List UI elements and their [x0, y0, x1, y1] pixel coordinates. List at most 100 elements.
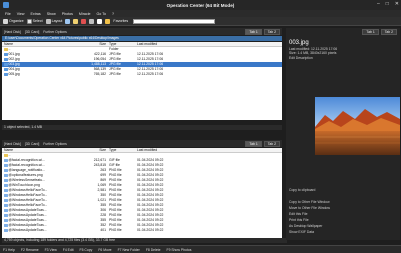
maximize-button[interactable]: □ [386, 1, 389, 7]
tab-2[interactable]: Tab 2 [263, 28, 280, 35]
tab-1[interactable]: Tab 1 [245, 140, 262, 147]
file-size: 765,182 [93, 72, 106, 76]
further-options-button[interactable]: Further Options [43, 142, 67, 146]
minimize-button[interactable]: – [377, 1, 380, 7]
f5-copy-button[interactable]: F5 Copy [80, 248, 93, 252]
menu-file[interactable]: File [5, 12, 11, 16]
image-file-icon [4, 183, 8, 188]
app-window: Operation Center (64 Bit Mode) – □ ✕ Fil… [0, 0, 401, 253]
window-controls: – □ ✕ [377, 1, 399, 7]
image-file-icon [4, 52, 8, 57]
favorites-button[interactable]: Favorites [113, 19, 128, 23]
f1-help-button[interactable]: F1 Help [3, 248, 15, 252]
file-row[interactable]: 005.jpg 765,182 JPG file 12.11.2025 17:06 [2, 72, 282, 77]
top-file-rows: .. Folder 001.jpg 422,116 JPG file 12.11.2025… [2, 47, 282, 77]
f7-new-folder-button[interactable]: F7 New Folder [118, 248, 140, 252]
copy-icon[interactable] [65, 18, 71, 24]
column-name[interactable]: Name [2, 148, 87, 152]
bottom-file-rows: .. @facial-recognition-wi... 212,671 GIF fi… [2, 153, 282, 233]
file-name: @WindowsUpdateToas... [8, 228, 47, 232]
edit-description-link[interactable]: Edit Description [289, 56, 337, 60]
tab-2[interactable]: Tab 2 [263, 140, 280, 147]
menu-help[interactable]: ? [112, 12, 114, 16]
folder-up-icon [4, 47, 8, 52]
organize-button[interactable]: Organize [3, 18, 24, 24]
layout-button[interactable]: Layout [45, 18, 62, 24]
preview-actions: Copy to clipboard Copy to Other File Win… [289, 187, 330, 235]
title-bar: Operation Center (64 Bit Mode) – □ ✕ [0, 0, 401, 10]
organize-icon [3, 18, 8, 24]
f3-view-button[interactable]: F3 View [45, 248, 57, 252]
preview-panel: Tab 1 Tab 2 003.jpg Last modified: 12.11… [286, 28, 400, 240]
copy-to-clipboard-link[interactable]: Copy to clipboard [289, 187, 330, 193]
column-size[interactable]: Size [87, 42, 107, 46]
show-exif-link[interactable]: Show EXIF Data [289, 229, 330, 235]
image-file-icon [4, 223, 8, 228]
tab-1[interactable]: Tab 1 [245, 28, 262, 35]
preview-tabs: Tab 1 Tab 2 [362, 29, 397, 35]
folder-icon[interactable] [73, 18, 79, 24]
f4-edit-button[interactable]: F4 Edit [63, 248, 74, 252]
path-breadcrumb[interactable]: E:\user\Documents\Operation Center x64 P… [2, 36, 282, 41]
menu-goto[interactable]: Go To [97, 12, 107, 16]
file-modified: 12.11.2025 17:06 [137, 72, 164, 76]
column-type[interactable]: Type [107, 148, 135, 152]
preview-meta: Last modified: 12.11.2025 17:06 Size: 1.… [289, 47, 337, 60]
file-modified: 01.04.2024 09:22 [137, 228, 164, 232]
file-row[interactable]: @WindowsUpdateToas... 401 PNG file 01.04.20… [2, 228, 282, 233]
layout-icon [45, 18, 51, 24]
bottom-file-list: Name Size Type Last modified .. @facial-r… [2, 148, 282, 238]
column-modified[interactable]: Last modified [135, 42, 195, 46]
undo-icon[interactable] [89, 18, 95, 24]
preview-tab-2[interactable]: Tab 2 [380, 29, 397, 35]
star-icon[interactable] [105, 18, 111, 24]
column-size[interactable]: Size [87, 148, 107, 152]
f9-show-photos-button[interactable]: F9 Show Photos [167, 248, 192, 252]
image-file-icon [4, 218, 8, 223]
file-name-cell: @WindowsUpdateToas... [2, 228, 87, 233]
file-name-cell: 005.jpg [2, 72, 87, 77]
image-preview[interactable] [315, 97, 400, 155]
further-options-button[interactable]: Further Options [43, 30, 67, 34]
window-title: Operation Center (64 Bit Mode) [166, 2, 235, 8]
image-file-icon [4, 198, 8, 203]
function-key-bar: F1 Help F2 Rename F3 View F4 Edit F5 Cop… [0, 245, 401, 253]
menu-extras[interactable]: Extras [31, 12, 41, 16]
menu-show[interactable]: Show [47, 12, 56, 16]
f8-delete-button[interactable]: F8 Delete [146, 248, 161, 252]
column-modified[interactable]: Last modified [135, 148, 195, 152]
image-file-icon [4, 67, 8, 72]
delete-icon[interactable] [81, 18, 87, 24]
image-file-icon [4, 62, 8, 67]
autumn-landscape-image [315, 97, 400, 155]
image-file-icon [4, 193, 8, 198]
f6-move-button[interactable]: F6 Move [98, 248, 111, 252]
menu-view[interactable]: View [17, 12, 25, 16]
bottom-status-bar: 4,759 objects, including 189 folders and… [2, 238, 287, 243]
drive-button-hard-disk[interactable]: [Hard Disk] [4, 142, 21, 146]
new-file-icon[interactable] [97, 18, 103, 24]
f2-rename-button[interactable]: F2 Rename [21, 248, 39, 252]
column-name[interactable]: Name [2, 42, 87, 46]
select-button[interactable]: Select [26, 18, 43, 24]
column-type[interactable]: Type [107, 42, 135, 46]
close-button[interactable]: ✕ [395, 1, 399, 7]
preview-tab-1[interactable]: Tab 1 [362, 29, 379, 35]
menu-miracle[interactable]: Miracle [79, 12, 91, 16]
image-file-icon [4, 178, 8, 183]
drive-button-3d-card[interactable]: [3D Card] [25, 30, 40, 34]
image-file-icon [4, 203, 8, 208]
drive-button-hard-disk[interactable]: [Hard Disk] [4, 30, 21, 34]
top-status-bar: 1 object selected, 1.4 MB [2, 125, 282, 130]
top-file-list: Name Size Type Last modified .. Folder 001… [2, 42, 282, 120]
top-pane-drive-bar: [Hard Disk] [3D Card] Further Options Ta… [2, 28, 282, 35]
image-file-icon [4, 213, 8, 218]
search-input[interactable] [133, 18, 216, 24]
image-file-icon [4, 57, 8, 62]
menu-photos[interactable]: Photos [62, 12, 73, 16]
image-file-icon [4, 173, 8, 178]
toolbar: Organize Select Layout Favorites [0, 17, 401, 26]
image-file-icon [4, 158, 8, 163]
drive-button-3d-card[interactable]: [3D Card] [25, 142, 40, 146]
image-file-icon [4, 163, 8, 168]
